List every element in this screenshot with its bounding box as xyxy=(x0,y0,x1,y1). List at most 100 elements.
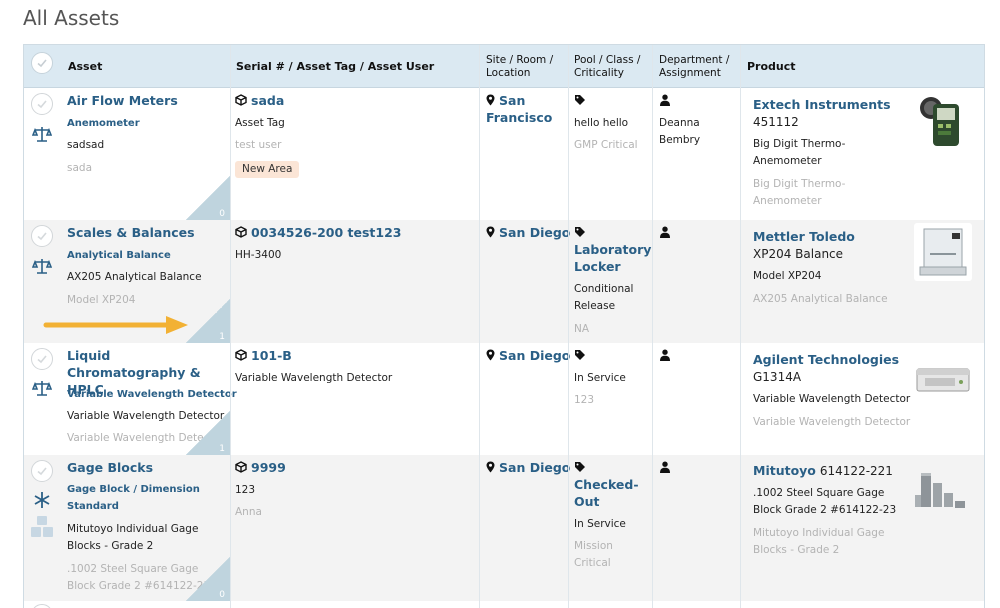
site-name: San Francisco xyxy=(486,93,553,125)
user-icon xyxy=(660,349,670,361)
pool-link[interactable]: Checked-Out xyxy=(574,476,646,510)
count-label: 1 xyxy=(219,332,225,342)
serial-link[interactable]: 9999 xyxy=(235,459,286,476)
snowflake-icon xyxy=(34,492,50,508)
row-checkbox[interactable] xyxy=(31,460,53,482)
asset-tag: Variable Wavelength Detector xyxy=(235,372,393,384)
serial-number: 9999 xyxy=(251,460,286,475)
header-serial[interactable]: Serial # / Asset Tag / Asset User xyxy=(230,45,480,88)
criticality: NA xyxy=(574,323,590,335)
box-icon xyxy=(235,461,247,473)
header-asset[interactable]: Asset xyxy=(62,45,232,88)
product-description: Big Digit Thermo-Anemometer xyxy=(753,138,846,167)
tag-icon xyxy=(575,227,585,237)
table-row[interactable]: Air Flow Meters Anemometer sadsad sada 0… xyxy=(24,88,984,220)
product-brand-link[interactable]: Mitutoyo xyxy=(753,463,816,478)
detector-image xyxy=(916,368,970,392)
serial-number: 0034526-200 test123 xyxy=(251,225,402,240)
page-title: All Assets xyxy=(23,6,120,30)
asset-name-link[interactable]: Scales & Balances xyxy=(67,224,195,241)
pool-status: In Service xyxy=(574,518,626,530)
location-pin-icon xyxy=(486,349,495,361)
serial-link[interactable]: 101-B xyxy=(235,347,292,364)
asset-name-link[interactable]: Air Flow Meters xyxy=(67,92,178,109)
asset-tag: HH-3400 xyxy=(235,249,282,261)
table-row[interactable]: Liquid Chromatography & HPLC Variable Wa… xyxy=(24,343,984,455)
site-link[interactable]: San Diego xyxy=(486,459,570,476)
location-pin-icon xyxy=(486,226,495,238)
site-link[interactable]: San Diego xyxy=(486,347,570,364)
criticality: GMP Critical xyxy=(574,139,638,151)
scale-icon xyxy=(32,127,52,142)
asset-category-link[interactable]: Gage Block / Dimension Standard xyxy=(67,481,217,515)
count-corner[interactable]: 0 xyxy=(186,176,230,220)
serial-link[interactable]: 0034526-200 test123 xyxy=(235,224,401,241)
asset-category-link[interactable]: Variable Wavelength Detector xyxy=(67,386,237,403)
row-checkbox[interactable] xyxy=(31,604,53,608)
site-link[interactable]: San Diego xyxy=(486,224,570,241)
check-icon xyxy=(37,59,47,68)
scale-icon xyxy=(32,381,52,396)
asset-user: Anna xyxy=(235,506,262,518)
location-pin-icon xyxy=(486,94,495,106)
annotation-arrow xyxy=(43,316,188,334)
row-checkbox[interactable] xyxy=(31,225,53,247)
site-link[interactable]: San Francisco xyxy=(486,92,568,126)
tag-icon xyxy=(575,462,585,472)
table-row[interactable] xyxy=(24,601,984,608)
product-brand-line: Mitutoyo 614122-221 xyxy=(753,462,893,480)
pool-status: hello hello xyxy=(574,117,629,129)
row-checkbox[interactable] xyxy=(31,93,53,115)
header-department[interactable]: Department / Assignment xyxy=(653,45,741,88)
box-icon xyxy=(235,349,247,361)
column-divider xyxy=(568,45,569,608)
header-site[interactable]: Site / Room / Location xyxy=(480,45,568,88)
area-badge: New Area xyxy=(235,161,300,178)
product-model: XP204 Balance xyxy=(753,247,844,261)
tag-icon xyxy=(575,95,585,105)
product-description: .1002 Steel Square Gage Block Grade 2 #6… xyxy=(753,487,897,516)
criticality: 123 xyxy=(574,394,595,406)
box-icon xyxy=(235,94,247,106)
column-divider xyxy=(479,45,480,608)
count-corner[interactable]: 1 xyxy=(186,299,230,343)
check-icon xyxy=(37,232,47,241)
check-icon xyxy=(37,355,47,364)
scale-icon xyxy=(32,259,52,274)
count-corner[interactable]: 0 xyxy=(186,557,230,601)
product-description: Variable Wavelength Detector xyxy=(753,393,911,405)
product-brand-link[interactable]: Agilent Technologies xyxy=(753,351,899,368)
user-icon xyxy=(660,461,670,473)
gage-blocks-image xyxy=(915,473,965,508)
header-product[interactable]: Product xyxy=(741,45,941,88)
asset-model: Model XP204 xyxy=(67,294,136,306)
count-corner[interactable]: 1 xyxy=(186,411,230,455)
user-icon xyxy=(660,226,670,238)
serial-link[interactable]: sada xyxy=(235,92,284,109)
table-header: Asset Serial # / Asset Tag / Asset User … xyxy=(24,45,984,88)
asset-name-link[interactable]: Gage Blocks xyxy=(67,459,153,476)
row-checkbox[interactable] xyxy=(31,348,53,370)
site-name: San Diego xyxy=(499,348,571,363)
column-divider xyxy=(652,45,653,608)
product-brand-link[interactable]: Mettler Toledo xyxy=(753,228,855,245)
pool-link[interactable]: Laboratory Locker xyxy=(574,241,651,275)
product-brand-link[interactable]: Extech Instruments xyxy=(753,96,891,113)
product-muted-description: AX205 Analytical Balance xyxy=(753,293,888,305)
column-divider xyxy=(230,45,231,608)
check-icon xyxy=(37,100,47,109)
column-divider xyxy=(740,45,741,608)
serial-number: sada xyxy=(251,93,285,108)
asset-category-link[interactable]: Analytical Balance xyxy=(67,247,171,264)
count-label: 0 xyxy=(219,590,225,600)
site-name: San Diego xyxy=(499,225,571,240)
header-pool[interactable]: Pool / Class / Criticality xyxy=(568,45,654,88)
count-label: 1 xyxy=(219,444,225,454)
table-row[interactable]: Gage Blocks Gage Block / Dimension Stand… xyxy=(24,455,984,601)
asset-category-link[interactable]: Anemometer xyxy=(67,115,140,132)
box-icon xyxy=(235,226,247,238)
criticality: Mission Critical xyxy=(574,540,613,569)
asset-description: sadsad xyxy=(67,139,105,151)
select-all-checkbox[interactable] xyxy=(31,52,53,74)
product-description: Model XP204 xyxy=(753,270,822,282)
